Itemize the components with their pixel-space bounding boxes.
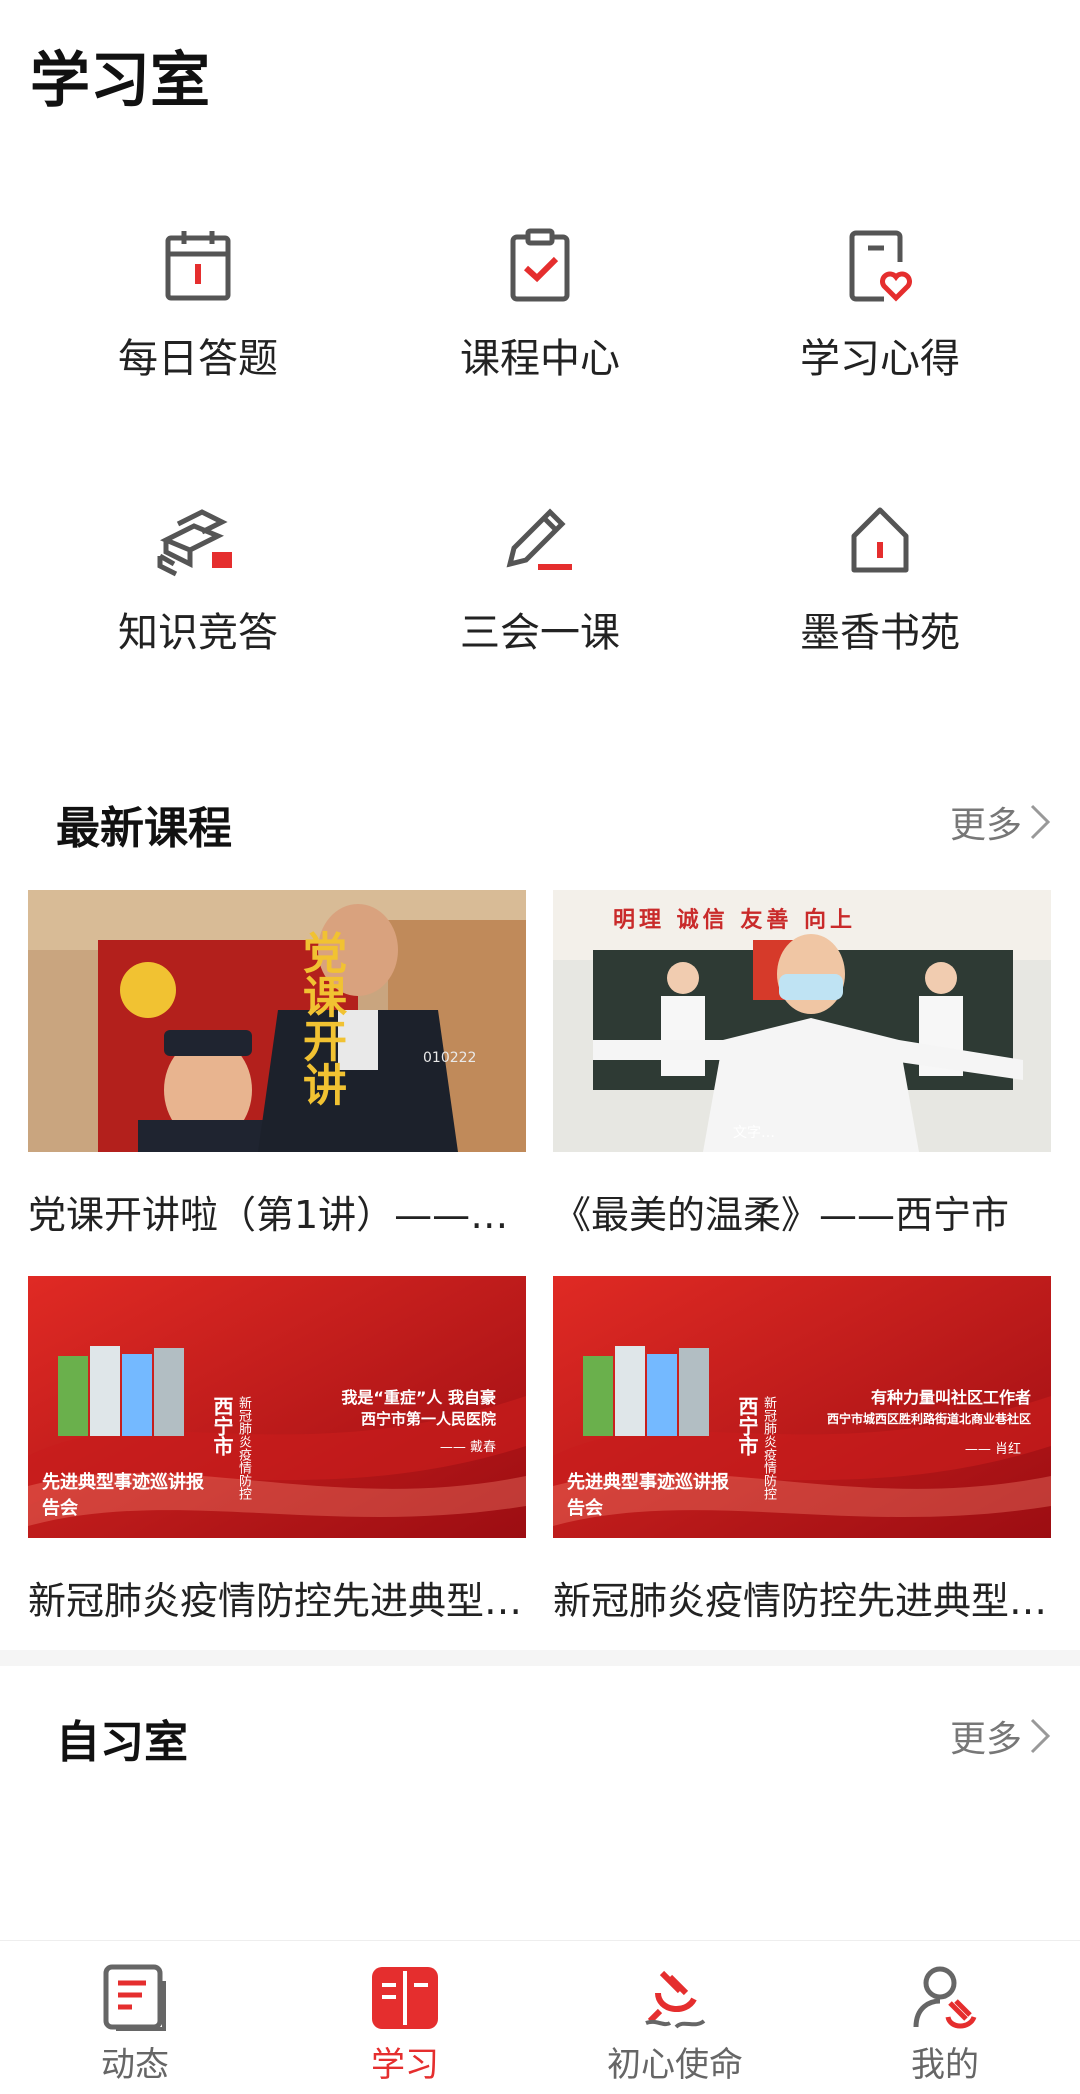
house-icon	[851, 507, 909, 573]
course-card[interactable]: 明理 诚信 友善 向上 文字… 《最美的温柔》——西宁市	[553, 890, 1051, 1239]
party-emblem-icon	[645, 1970, 706, 2029]
thumb-line1: 有种力量叫社区工作者	[870, 1388, 1031, 1407]
course-caption: 《最美的温柔》——西宁市	[553, 1193, 1010, 1237]
grid-item-label: 课程中心	[460, 336, 620, 382]
course-card[interactable]: 西宁市 新冠肺炎疫情防控 先进典型事迹巡讲报告会 我是“重症”人 我自豪 西宁市…	[28, 1276, 526, 1625]
document-icon	[103, 1964, 166, 2031]
course-caption: 新冠肺炎疫情防控先进典型事迹	[28, 1579, 526, 1623]
thumb-banner-text: 明理 诚信 友善 向上	[613, 908, 856, 933]
section-divider	[0, 1650, 1080, 1666]
thumb-left-text: 先进典型事迹巡讲报告会	[567, 1472, 729, 1519]
self-study-title: 自习室	[56, 1717, 188, 1768]
thumb-subtitle: 文字…	[733, 1125, 775, 1141]
grid-item-label: 学习心得	[800, 336, 960, 382]
course-caption: 新冠肺炎疫情防控先进典型事迹	[553, 1579, 1051, 1623]
clipboard-check-icon	[510, 228, 570, 302]
calendar-icon	[165, 231, 231, 301]
grid-item-knowledge-quiz[interactable]: 知识竞答	[18, 502, 378, 702]
thumb-city: 西宁市	[210, 1396, 234, 1456]
thumb-line3: —— 肖红	[964, 1442, 1021, 1457]
person-emblem-icon	[913, 1966, 977, 2029]
grid-item-three-meetings[interactable]: 三会一课	[360, 502, 720, 702]
chevron-right-icon	[1030, 1718, 1051, 1754]
thumb-line1: 我是“重症”人 我自豪	[341, 1388, 496, 1407]
grid-item-daily-quiz[interactable]: 每日答题	[18, 228, 378, 428]
grid-item-label: 知识竞答	[118, 610, 278, 656]
thumb-topic: 新冠肺炎疫情防控	[236, 1396, 251, 1500]
tab-label: 初心使命	[607, 2045, 743, 2085]
grid-item-study-notes[interactable]: 学习心得	[700, 228, 1060, 428]
thumb-city: 西宁市	[735, 1396, 759, 1456]
thumb-topic: 新冠肺炎疫情防控	[761, 1396, 776, 1500]
grid-item-course-center[interactable]: 课程中心	[360, 228, 720, 428]
course-thumbnail: 西宁市 新冠肺炎疫情防控 先进典型事迹巡讲报告会 我是“重症”人 我自豪 西宁市…	[28, 1276, 526, 1538]
course-caption: 党课开讲啦（第1讲）——致敬	[28, 1193, 526, 1237]
tab-label: 动态	[101, 2045, 169, 2085]
tab-study[interactable]: 学习	[270, 1963, 540, 2086]
tab-original-mission[interactable]: 初心使命	[540, 1963, 810, 2086]
self-study-more-link[interactable]: 更多	[950, 1710, 1052, 1762]
latest-courses-title: 最新课程	[56, 803, 232, 854]
thumb-line2: 西宁市城西区胜利路街道北商业巷社区	[826, 1412, 1031, 1426]
course-thumbnail: 党课开讲 010222	[28, 890, 526, 1152]
tab-label: 学习	[371, 2045, 439, 2085]
tab-label: 我的	[911, 2045, 979, 2085]
thumb-banner-text: 党课开讲	[295, 930, 346, 1106]
thumb-line2: 西宁市第一人民医院	[360, 1410, 496, 1428]
latest-more-link[interactable]: 更多	[950, 796, 1052, 848]
grid-item-label: 墨香书苑	[800, 610, 960, 656]
grid-item-label: 每日答题	[118, 336, 278, 382]
more-label: 更多	[949, 805, 1022, 846]
note-heart-icon	[849, 230, 912, 302]
course-thumbnail: 西宁市 新冠肺炎疫情防控 先进典型事迹巡讲报告会 有种力量叫社区工作者 西宁市城…	[553, 1276, 1051, 1538]
book-icon	[372, 1967, 438, 2029]
more-label: 更多	[949, 1719, 1022, 1760]
course-thumbnail: 明理 诚信 友善 向上 文字…	[553, 890, 1051, 1152]
grid-item-reading-room[interactable]: 墨香书苑	[700, 502, 1060, 702]
thumb-line3: —— 戴春	[439, 1440, 496, 1455]
grid-item-label: 三会一课	[460, 610, 620, 656]
course-card[interactable]: 党课开讲 010222 党课开讲啦（第1讲）——致敬	[28, 890, 526, 1239]
tab-dynamics[interactable]: 动态	[0, 1963, 270, 2086]
pencil-icon	[506, 508, 572, 570]
chevron-right-icon	[1030, 804, 1051, 840]
tab-mine[interactable]: 我的	[810, 1963, 1080, 2086]
thumb-badge: 010222	[423, 1050, 477, 1066]
course-card[interactable]: 西宁市 新冠肺炎疫情防控 先进典型事迹巡讲报告会 有种力量叫社区工作者 西宁市城…	[553, 1276, 1051, 1625]
bottom-tab-bar: 动态 学习 初心使命 我的	[0, 1940, 1080, 2094]
blocks-icon	[157, 509, 232, 577]
page-title: 学习室	[30, 46, 210, 116]
thumb-left-text: 先进典型事迹巡讲报告会	[42, 1472, 204, 1519]
